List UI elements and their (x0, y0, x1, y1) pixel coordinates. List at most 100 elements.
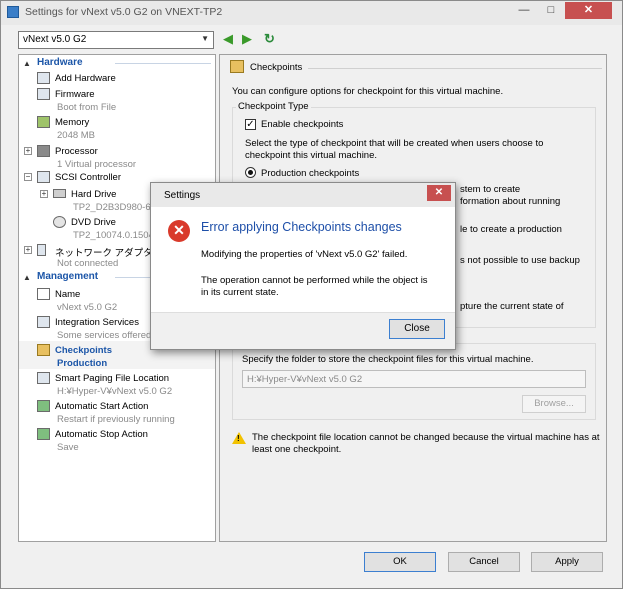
add-hardware-icon (37, 72, 50, 84)
scsi-controller-icon (37, 171, 50, 183)
obscured-text: le to create a production (460, 224, 562, 235)
apply-button[interactable]: Apply (531, 552, 603, 572)
minimize-button[interactable]: — (511, 2, 537, 19)
dialog-message: in its current state. (201, 287, 279, 298)
tree-item-label: Smart Paging File Location (55, 373, 170, 384)
tree-item-add-hardware[interactable]: Add Hardware (19, 71, 215, 85)
ok-button[interactable]: OK (364, 552, 436, 572)
checkpoint-location-field[interactable]: H:¥Hyper-V¥vNext v5.0 G2 (242, 370, 586, 388)
expand-icon[interactable]: + (40, 190, 48, 198)
tree-item-detail: H:¥Hyper-V¥vNext v5.0 G2 (57, 386, 173, 397)
vm-selector-value: vNext v5.0 G2 (23, 34, 87, 45)
warning-text: The checkpoint file location cannot be c… (252, 432, 600, 443)
tree-item-label: Integration Services (55, 317, 139, 328)
integration-services-icon (37, 316, 50, 328)
divider (308, 68, 602, 69)
checkpoints-icon (230, 60, 244, 73)
tree-item-detail: vNext v5.0 G2 (57, 302, 118, 313)
tree-item-label: DVD Drive (71, 217, 116, 228)
tree-item-detail: TP2_10074.0.1504 (73, 230, 154, 241)
hardware-section-header[interactable]: ▲ Hardware (19, 57, 215, 71)
tree-item-firmware[interactable]: Firmware Boot from File (19, 85, 215, 113)
dialog-message: Modifying the properties of 'vNext v5.0 … (201, 249, 408, 260)
tree-item-automatic-start[interactable]: Automatic Start Action Restart if previo… (19, 397, 215, 425)
expand-icon[interactable]: + (24, 246, 32, 254)
title-bar: Settings for vNext v5.0 G2 on VNEXT-TP2 … (1, 1, 622, 25)
tree-item-label: Firmware (55, 89, 95, 100)
hard-drive-icon (53, 189, 66, 198)
cancel-button[interactable]: Cancel (448, 552, 520, 572)
automatic-stop-icon (37, 428, 50, 440)
collapse-icon: ▲ (23, 273, 31, 282)
tree-item-detail: Boot from File (57, 102, 117, 113)
tree-item-label: Processor (55, 146, 98, 157)
tree-item-label: Name (55, 289, 81, 300)
tree-item-label: Checkpoints (55, 345, 113, 356)
dialog-close-icon[interactable]: ✕ (427, 185, 451, 201)
tree-item-processor[interactable]: + Processor 1 Virtual processor (19, 142, 215, 170)
tree-item-automatic-stop[interactable]: Automatic Stop Action Save (19, 425, 215, 453)
tree-item-detail: Some services offered (57, 330, 152, 341)
checkpoints-icon (37, 344, 50, 356)
processor-icon (37, 145, 50, 157)
refresh-icon[interactable]: ↻ (264, 32, 275, 46)
tree-item-detail: TP2_D2B3D980-60B (73, 202, 163, 213)
obscured-text: pture the current state of (460, 301, 564, 312)
divider (115, 63, 211, 64)
checkpoint-type-description: checkpoint this virtual machine. (245, 150, 378, 161)
enable-checkpoints-label: Enable checkpoints (261, 119, 344, 130)
panel-intro: You can configure options for checkpoint… (232, 86, 504, 97)
tree-item-detail: 2048 MB (57, 130, 96, 141)
app-icon (7, 6, 19, 18)
obscured-text: stem to create (460, 184, 521, 195)
production-checkpoints-radio[interactable] (245, 167, 256, 178)
window-title: Settings for vNext v5.0 G2 on VNEXT-TP2 (25, 6, 223, 18)
tree-item-memory[interactable]: Memory 2048 MB (19, 113, 215, 141)
tree-item-detail: Production (57, 358, 108, 369)
tree-item-label: ネットワーク アダプター (55, 248, 163, 259)
tree-item-smart-paging[interactable]: Smart Paging File Location H:¥Hyper-V¥vN… (19, 369, 215, 397)
dvd-drive-icon (53, 216, 66, 228)
tree-item-label: SCSI Controller (55, 172, 121, 183)
tree-item-label: Add Hardware (55, 73, 116, 84)
name-icon (37, 288, 50, 300)
error-dialog: Settings ✕ ✕ Error applying Checkpoints … (150, 182, 456, 350)
maximize-button[interactable]: □ (538, 2, 564, 19)
checkpoint-type-label: Checkpoint Type (236, 101, 311, 112)
chevron-down-icon: ▼ (201, 34, 209, 43)
hardware-header-label: Hardware (37, 57, 83, 68)
forward-arrow-icon[interactable]: ▶ (242, 32, 252, 46)
firmware-icon (37, 88, 50, 100)
network-adapter-icon (37, 244, 46, 256)
checkpoint-location-value: H:¥Hyper-V¥vNext v5.0 G2 (247, 374, 363, 385)
close-window-button[interactable]: ✕ (565, 2, 612, 19)
enable-checkpoints-checkbox[interactable]: ✓ (245, 119, 256, 130)
checkpoint-location-text: Specify the folder to store the checkpoi… (242, 354, 534, 365)
tree-item-label: Automatic Start Action (55, 401, 149, 412)
tree-item-label: Automatic Stop Action (55, 429, 148, 440)
dialog-heading: Error applying Checkpoints changes (201, 220, 402, 234)
tree-item-detail: 1 Virtual processor (57, 159, 137, 170)
collapse-icon: ▲ (23, 59, 31, 68)
browse-button[interactable]: Browse... (522, 395, 586, 413)
smart-paging-icon (37, 372, 50, 384)
tree-item-label: Hard Drive (71, 189, 117, 200)
production-checkpoints-label: Production checkpoints (261, 168, 360, 179)
obscured-text: s not possible to use backup (460, 255, 580, 266)
memory-icon (37, 116, 50, 128)
dialog-close-button[interactable]: Close (389, 319, 445, 339)
dialog-title-bar: Settings ✕ (151, 183, 455, 207)
vm-selector[interactable]: vNext v5.0 G2 ▼ (18, 31, 214, 49)
collapse-tree-icon[interactable]: − (24, 173, 32, 181)
dialog-title: Settings (164, 190, 201, 201)
tree-item-detail: Save (57, 442, 79, 453)
checkpoint-type-description: Select the type of checkpoint that will … (245, 138, 544, 149)
back-arrow-icon[interactable]: ◀ (223, 32, 233, 46)
tree-item-detail: Not connected (57, 258, 119, 269)
warning-text: least one checkpoint. (252, 444, 342, 455)
automatic-start-icon (37, 400, 50, 412)
expand-icon[interactable]: + (24, 147, 32, 155)
obscured-text: formation about running (460, 196, 561, 207)
tree-item-label: Memory (55, 117, 90, 128)
panel-title: Checkpoints (250, 62, 303, 73)
